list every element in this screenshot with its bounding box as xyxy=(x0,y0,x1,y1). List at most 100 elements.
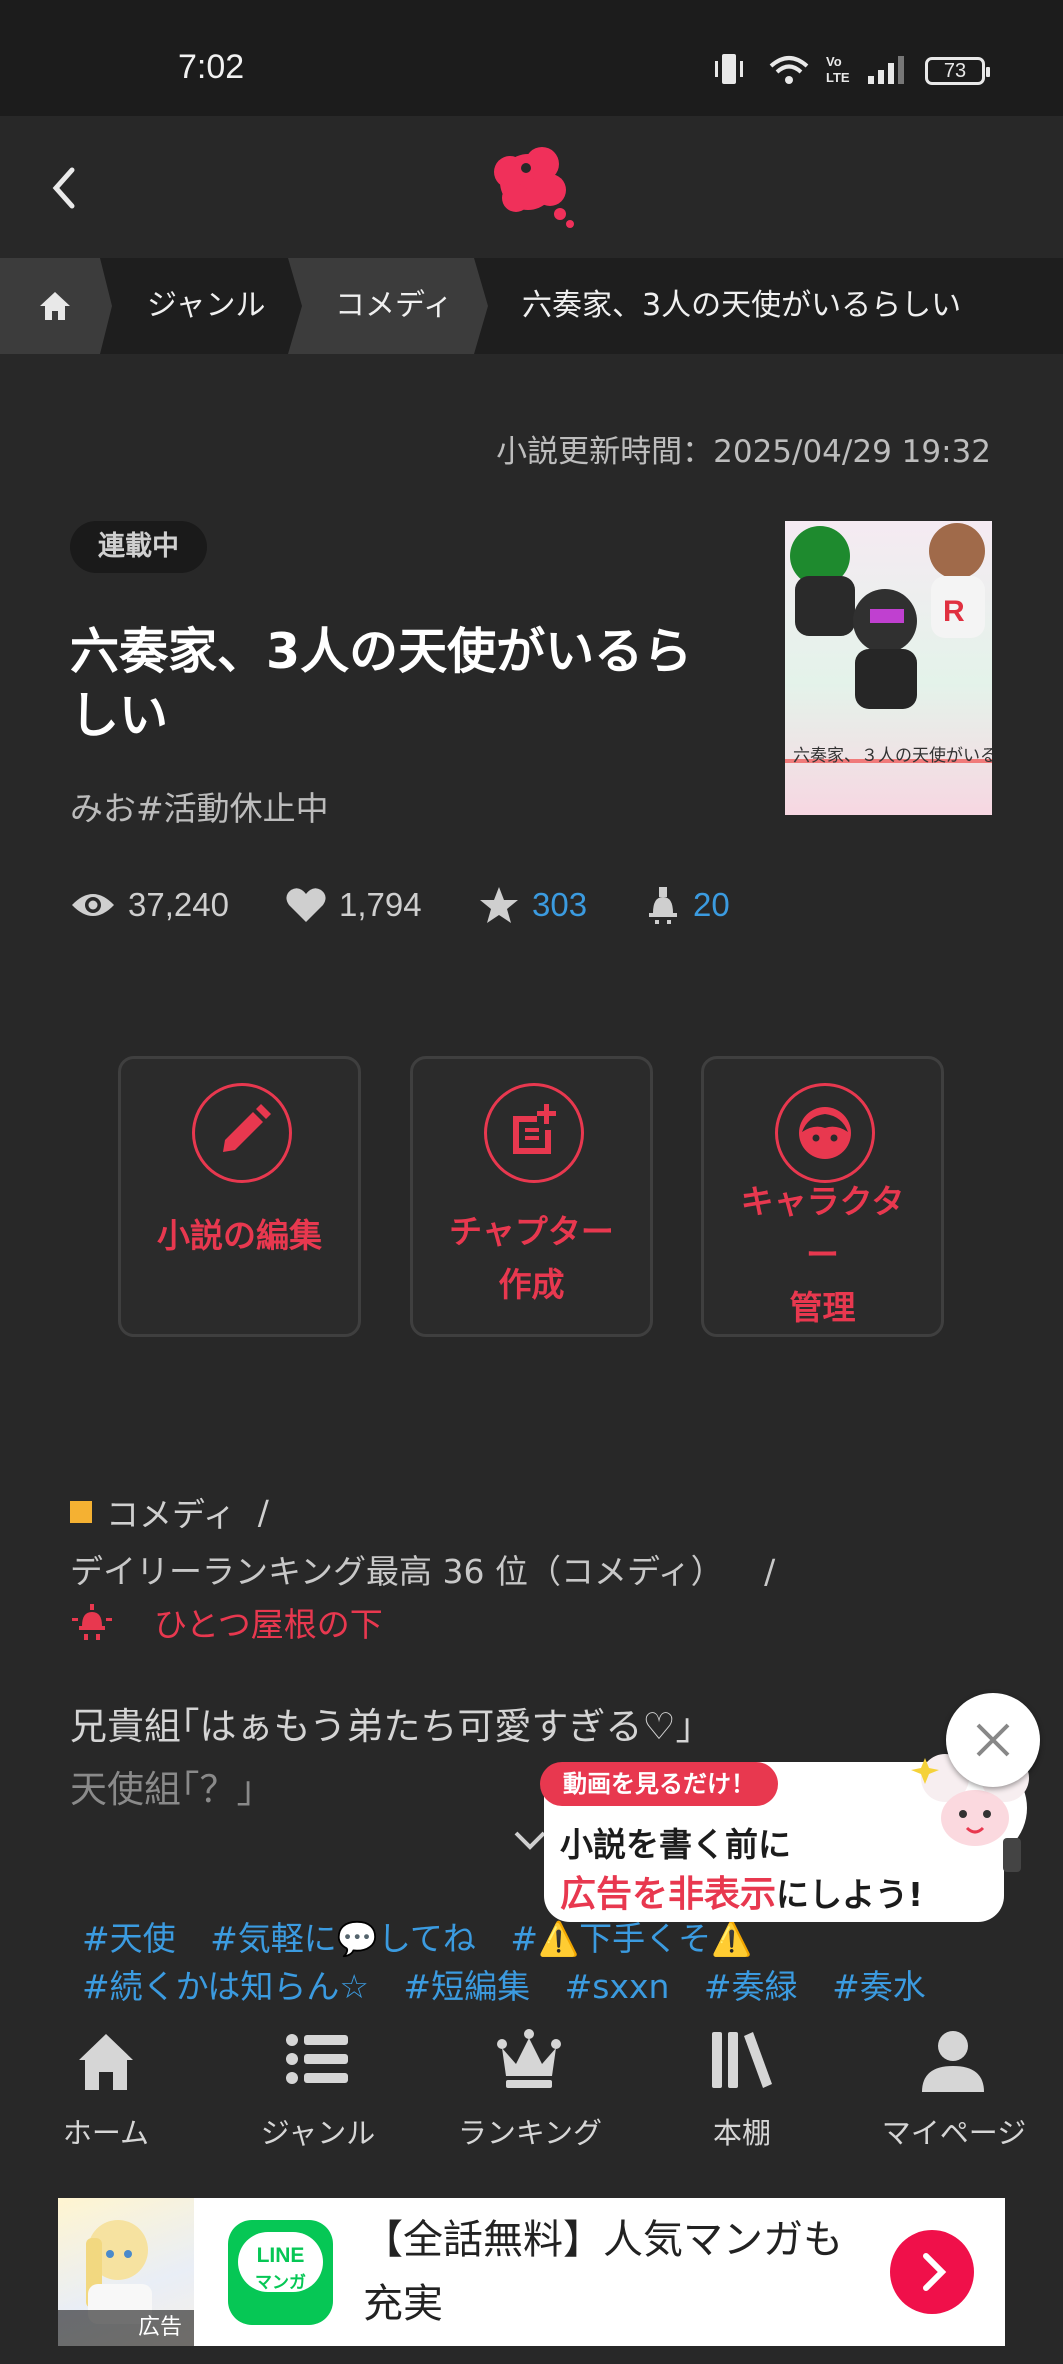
back-button[interactable] xyxy=(40,148,90,228)
ad-popup-highlight: 広告を非表示 xyxy=(560,1874,777,1915)
list-icon xyxy=(286,2034,348,2084)
pencil-icon xyxy=(223,1104,271,1152)
add-document-icon xyxy=(513,1104,556,1154)
genre-color-square xyxy=(70,1501,92,1523)
nav-genre-label: ジャンル xyxy=(260,2116,376,2150)
nav-bookshelf[interactable]: 本棚 xyxy=(636,2018,848,2158)
breadcrumb-current: 六奏家、3人の天使がいるらしい xyxy=(522,288,962,323)
likes-count: 1,794 xyxy=(339,886,422,923)
updated-time: 小説更新時間：2025/04/29 19:32 xyxy=(496,434,991,470)
author-name[interactable]: みお#活動休止中 xyxy=(70,782,329,830)
close-ad-button[interactable] xyxy=(946,1693,1040,1787)
chevron-left-icon xyxy=(52,167,75,209)
create-chapter-button[interactable]: チャプター 作成 xyxy=(410,1056,653,1337)
tag[interactable]: #天使 xyxy=(82,1919,176,1958)
logo-line-2: マンガ xyxy=(255,2273,306,2293)
manage-characters-button[interactable]: キャラクタ ー 管理 xyxy=(701,1056,944,1337)
novel-title: 六奏家、3人の天使がいるらしい xyxy=(70,623,693,744)
nav-home[interactable]: ホーム xyxy=(0,2018,212,2158)
status-time: 7:02 xyxy=(178,48,245,86)
logo-line-1: LINE xyxy=(256,2244,305,2267)
edit-novel-label: 小説の編集 xyxy=(157,1216,322,1255)
manage-characters-label-1: キャラクタ xyxy=(740,1182,905,1221)
tag[interactable]: #sxxn xyxy=(565,1967,670,2006)
ad-go-button[interactable] xyxy=(890,2230,974,2314)
character-circle xyxy=(775,1083,875,1183)
nav-ranking[interactable]: ランキング xyxy=(424,2018,636,2158)
tag[interactable]: #気軽に💬してね xyxy=(210,1919,476,1958)
nav-ranking-label: ランキング xyxy=(457,2116,603,2150)
svg-text:Vo: Vo xyxy=(826,54,842,69)
tag[interactable]: #奏緑 xyxy=(704,1967,798,2006)
signal-icon xyxy=(868,56,904,84)
summary-line-2: 天使組｢？｣ xyxy=(70,1768,255,1811)
ad-thumbnail: 広告 xyxy=(58,2198,194,2346)
ad-popup-line-1: 小説を書く前に xyxy=(560,1825,791,1864)
ad-text: 【全話無料】人気マンガも充実 xyxy=(363,2217,843,2327)
views-stat: 37,240 xyxy=(70,880,229,930)
tags-row-2: #続くかは知らん☆ #短編集 #sxxn #奏緑 #奏水 xyxy=(82,1960,950,2008)
lamps-stat[interactable]: 20 xyxy=(645,880,730,930)
bookshelf-icon xyxy=(712,2032,772,2088)
ranking-separator: / xyxy=(764,1552,776,1591)
home-icon[interactable] xyxy=(35,286,75,326)
ranking-line: デイリーランキング最高 36 位（コメディ） / xyxy=(70,1545,775,1593)
close-icon xyxy=(976,1723,1010,1757)
stars-stat[interactable]: 303 xyxy=(478,880,587,930)
manage-characters-label-2: ー xyxy=(806,1235,839,1274)
tag[interactable]: #奏水 xyxy=(832,1967,926,2006)
svg-text:LTE: LTE xyxy=(826,70,850,85)
lamp-icon xyxy=(649,887,677,924)
tag[interactable]: #続くかは知らん☆ xyxy=(82,1967,369,2006)
genre-line: コメディ / xyxy=(70,1488,269,1536)
nav-home-label: ホーム xyxy=(62,2116,150,2150)
face-icon xyxy=(799,1107,851,1159)
likes-stat: 1,794 xyxy=(285,880,422,930)
chevron-right-icon xyxy=(923,2253,947,2291)
user-icon xyxy=(922,2031,984,2092)
crown-icon xyxy=(497,2029,561,2088)
manage-characters-label-3: 管理 xyxy=(789,1288,856,1327)
status-badge: 連載中 xyxy=(70,521,207,573)
battery-indicator: 73 xyxy=(925,57,990,85)
series-line[interactable]: ひとつ屋根の下 xyxy=(70,1598,383,1646)
ad-popup-rest: にしよう! xyxy=(776,1875,924,1914)
heart-icon xyxy=(286,888,326,922)
breadcrumb-genre[interactable]: ジャンル xyxy=(147,258,266,354)
volte-icon: Vo LTE xyxy=(826,54,850,85)
stars-count: 303 xyxy=(532,886,588,923)
chapter-circle xyxy=(484,1083,584,1183)
breadcrumb: ジャンル コメディ 六奏家、3人の天使がいるらしい xyxy=(0,258,1063,354)
home-nav-icon xyxy=(79,2034,133,2090)
series-link: ひとつ屋根の下 xyxy=(154,1605,383,1644)
eye-icon xyxy=(72,894,114,916)
cover-image[interactable]: R 六奏家、３人の天使がいるらしい xyxy=(785,521,992,815)
cover-illustration: R 六奏家、３人の天使がいるらしい xyxy=(785,523,992,766)
ad-popup-line-2: 広告を非表示にしよう! xyxy=(560,1865,923,1917)
nav-mypage[interactable]: マイページ xyxy=(848,2018,1060,2158)
edit-circle xyxy=(192,1083,292,1183)
wifi-icon xyxy=(769,56,809,84)
views-count: 37,240 xyxy=(128,886,229,923)
vibrate-icon xyxy=(715,54,743,84)
nav-mypage-label: マイページ xyxy=(881,2116,1027,2150)
nav-genre[interactable]: ジャンル xyxy=(212,2018,424,2158)
lamps-count: 20 xyxy=(693,886,730,923)
genre-link[interactable]: コメディ xyxy=(106,1488,236,1536)
ad-popup-pill: 動画を見るだけ！ xyxy=(540,1762,778,1806)
svg-text:R: R xyxy=(943,595,965,628)
edit-novel-button[interactable]: 小説の編集 xyxy=(118,1056,361,1337)
ad-banner[interactable]: 広告 LINE マンガ 【全話無料】人気マンガも充実 xyxy=(58,2198,1005,2346)
star-icon xyxy=(480,887,518,923)
cover-text: 六奏家、３人の天使がいるらしい xyxy=(793,745,992,766)
create-chapter-label-1: チャプター xyxy=(449,1212,614,1251)
genre-separator: / xyxy=(257,1492,269,1532)
nav-bookshelf-label: 本棚 xyxy=(712,2116,771,2150)
lamp-series-icon xyxy=(72,1604,112,1640)
ranking-text[interactable]: デイリーランキング最高 36 位（コメディ） xyxy=(70,1552,724,1591)
app-logo[interactable] xyxy=(482,138,582,238)
breadcrumb-comedy[interactable]: コメディ xyxy=(335,258,453,354)
tag[interactable]: #短編集 xyxy=(403,1967,530,2006)
create-chapter-label-2: 作成 xyxy=(498,1265,565,1304)
ad-tag: 広告 xyxy=(58,2310,194,2346)
